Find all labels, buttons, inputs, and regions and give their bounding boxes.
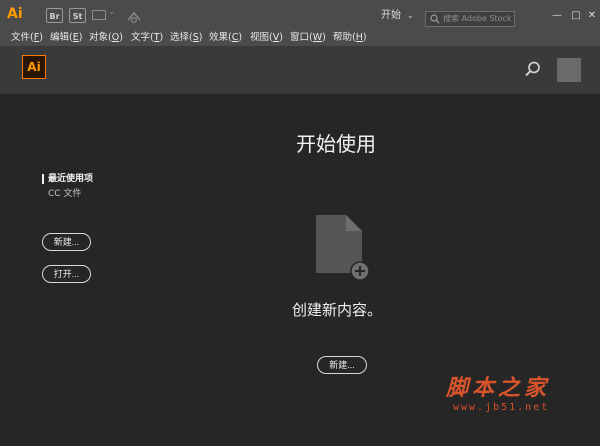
user-avatar[interactable] bbox=[557, 58, 581, 82]
stock-search-placeholder: 搜索 Adobe Stock bbox=[443, 14, 512, 23]
open-button[interactable]: 打开... bbox=[42, 265, 91, 283]
new-document-icon bbox=[316, 215, 370, 280]
menu-help[interactable]: 帮助(H) bbox=[333, 31, 367, 45]
create-new-content-text: 创建新内容。 bbox=[292, 301, 383, 319]
layout-grid-icon bbox=[92, 10, 106, 20]
watermark-title: 脚本之家 bbox=[446, 376, 551, 401]
workspace-switcher[interactable]: 开始 ⌄ bbox=[381, 8, 414, 24]
chevron-down-icon: ⌄ bbox=[108, 7, 116, 17]
start-header: Ai bbox=[0, 46, 600, 94]
menu-effect[interactable]: 效果(C) bbox=[209, 31, 242, 45]
close-button[interactable]: ✕ bbox=[582, 8, 600, 24]
stock-search-field[interactable]: 搜索 Adobe Stock bbox=[425, 11, 515, 27]
watermark-url: www.jb51.net bbox=[453, 402, 550, 413]
center-new-button[interactable]: 新建... bbox=[317, 356, 367, 374]
illustrator-logo: Ai bbox=[22, 55, 46, 79]
title-bar: Ai Br St ⌄ 开始 ⌄ 搜索 Adobe Stock — □ ✕ bbox=[0, 0, 600, 31]
menu-file[interactable]: 文件(F) bbox=[11, 31, 43, 45]
menu-object[interactable]: 对象(O) bbox=[89, 31, 123, 45]
stock-button[interactable]: St bbox=[69, 8, 86, 23]
start-workspace: 开始使用 最近使用项 CC 文件 新建... 打开... 创建新内容。 新建..… bbox=[0, 94, 600, 446]
page-title: 开始使用 bbox=[296, 132, 376, 156]
search-icon bbox=[430, 14, 440, 24]
recent-files-link[interactable]: 最近使用项 bbox=[42, 174, 93, 184]
cc-files-link[interactable]: CC 文件 bbox=[48, 189, 81, 199]
new-button[interactable]: 新建... bbox=[42, 233, 91, 251]
menu-view[interactable]: 视图(V) bbox=[250, 31, 283, 45]
workspace-label: 开始 bbox=[381, 10, 401, 21]
arrange-documents-button[interactable]: ⌄ bbox=[92, 7, 116, 22]
menu-bar: 文件(F) 编辑(E) 对象(O) 文字(T) 选择(S) 效果(C) 视图(V… bbox=[0, 30, 600, 46]
bridge-button[interactable]: Br bbox=[46, 8, 63, 23]
minimize-button[interactable]: — bbox=[547, 8, 567, 24]
menu-type[interactable]: 文字(T) bbox=[131, 31, 163, 45]
chevron-down-icon: ⌄ bbox=[407, 11, 414, 20]
menu-window[interactable]: 窗口(W) bbox=[290, 31, 326, 45]
sync-icon[interactable] bbox=[126, 10, 142, 24]
app-window: Ai Br St ⌄ 开始 ⌄ 搜索 Adobe Stock — □ ✕ 文件(F… bbox=[0, 0, 600, 446]
menu-edit[interactable]: 编辑(E) bbox=[50, 31, 82, 45]
menu-select[interactable]: 选择(S) bbox=[170, 31, 202, 45]
search-icon[interactable] bbox=[524, 60, 542, 78]
app-logo: Ai bbox=[7, 6, 23, 22]
